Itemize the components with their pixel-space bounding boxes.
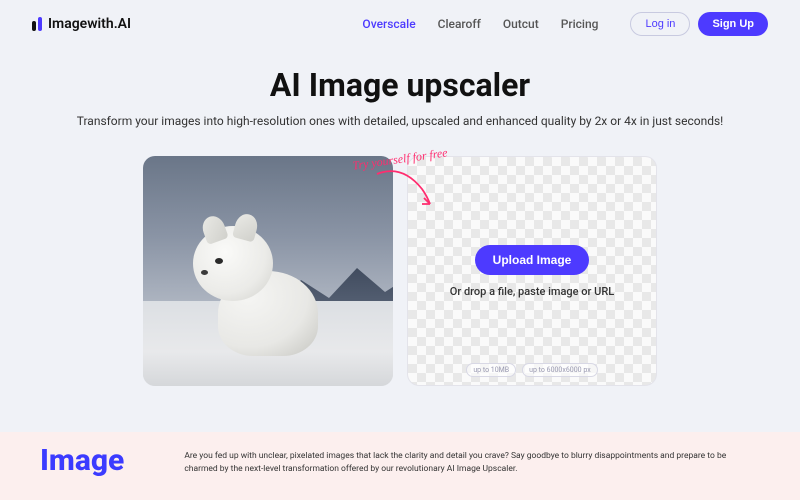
nav-overscale[interactable]: Overscale: [362, 17, 415, 31]
brand-name: Imagewith.AI: [48, 16, 131, 32]
login-button[interactable]: Log in: [630, 12, 690, 36]
preview-animal: [178, 206, 318, 356]
nav-clearoff[interactable]: Clearoff: [438, 17, 481, 31]
signup-button[interactable]: Sign Up: [698, 12, 768, 36]
footer-section: Image Are you fed up with unclear, pixel…: [0, 432, 800, 500]
auth-buttons: Log in Sign Up: [630, 12, 768, 36]
nav-outcut[interactable]: Outcut: [503, 17, 539, 31]
page-subtitle: Transform your images into high-resoluti…: [40, 114, 760, 128]
page-title: AI Image upscaler: [40, 66, 760, 104]
footer-title: Image: [40, 446, 124, 476]
panels-section: Try yourself for free Upload Image Or dr…: [0, 138, 800, 386]
hero-section: AI Image upscaler Transform your images …: [0, 48, 800, 138]
arrow-icon: [372, 164, 442, 214]
upload-button[interactable]: Upload Image: [475, 245, 590, 275]
limit-dimensions: up to 6000x6000 px: [522, 363, 598, 377]
brand-logo[interactable]: Imagewith.AI: [32, 16, 131, 32]
upload-limits: up to 10MB up to 6000x6000 px: [466, 363, 597, 377]
header: Imagewith.AI Overscale Clearoff Outcut P…: [0, 0, 800, 48]
limit-size: up to 10MB: [466, 363, 516, 377]
upload-panel[interactable]: Upload Image Or drop a file, paste image…: [407, 156, 657, 386]
drop-instruction: Or drop a file, paste image or URL: [450, 285, 614, 298]
logo-icon: [32, 17, 42, 31]
footer-body: Are you fed up with unclear, pixelated i…: [184, 446, 760, 476]
preview-panel: [143, 156, 393, 386]
main-nav: Overscale Clearoff Outcut Pricing Log in…: [362, 12, 768, 36]
nav-pricing[interactable]: Pricing: [561, 17, 599, 31]
